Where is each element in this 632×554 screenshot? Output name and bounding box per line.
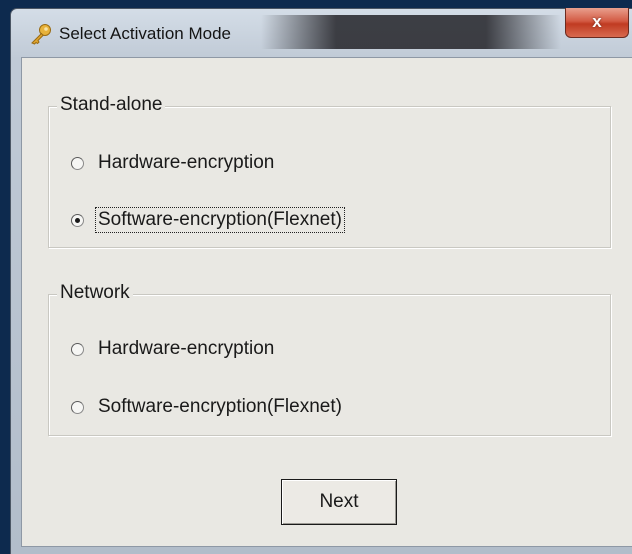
- close-icon: x: [592, 12, 602, 31]
- standalone-hardware-label[interactable]: Hardware-encryption: [96, 151, 276, 175]
- standalone-hardware-radio[interactable]: [71, 156, 84, 170]
- network-group: Network Hardware-encryption Software-enc…: [48, 282, 611, 436]
- title-bar-shade: [261, 15, 561, 49]
- standalone-software-label[interactable]: Software-encryption(Flexnet): [95, 207, 345, 233]
- next-button[interactable]: Next: [281, 479, 397, 525]
- close-button[interactable]: x: [565, 8, 629, 38]
- network-hardware-label[interactable]: Hardware-encryption: [96, 337, 276, 361]
- dialog-window: Select Activation Mode x Stand-alone Har…: [10, 8, 632, 554]
- network-hardware-radio[interactable]: [71, 342, 84, 356]
- standalone-hardware-option[interactable]: Hardware-encryption: [71, 150, 276, 176]
- dialog-client-area: Stand-alone Hardware-encryption Software…: [21, 57, 632, 547]
- standalone-software-radio[interactable]: [71, 213, 84, 227]
- standalone-group-legend: Stand-alone: [57, 94, 166, 116]
- standalone-software-option[interactable]: Software-encryption(Flexnet): [71, 207, 345, 233]
- network-software-option[interactable]: Software-encryption(Flexnet): [71, 394, 344, 420]
- title-bar[interactable]: Select Activation Mode x: [11, 8, 632, 57]
- standalone-group: Stand-alone Hardware-encryption Software…: [48, 94, 611, 248]
- network-software-radio[interactable]: [71, 400, 84, 414]
- network-software-label[interactable]: Software-encryption(Flexnet): [96, 395, 344, 419]
- network-hardware-option[interactable]: Hardware-encryption: [71, 336, 276, 362]
- network-group-legend: Network: [57, 282, 133, 304]
- key-icon: [29, 23, 53, 45]
- window-title: Select Activation Mode: [59, 24, 231, 43]
